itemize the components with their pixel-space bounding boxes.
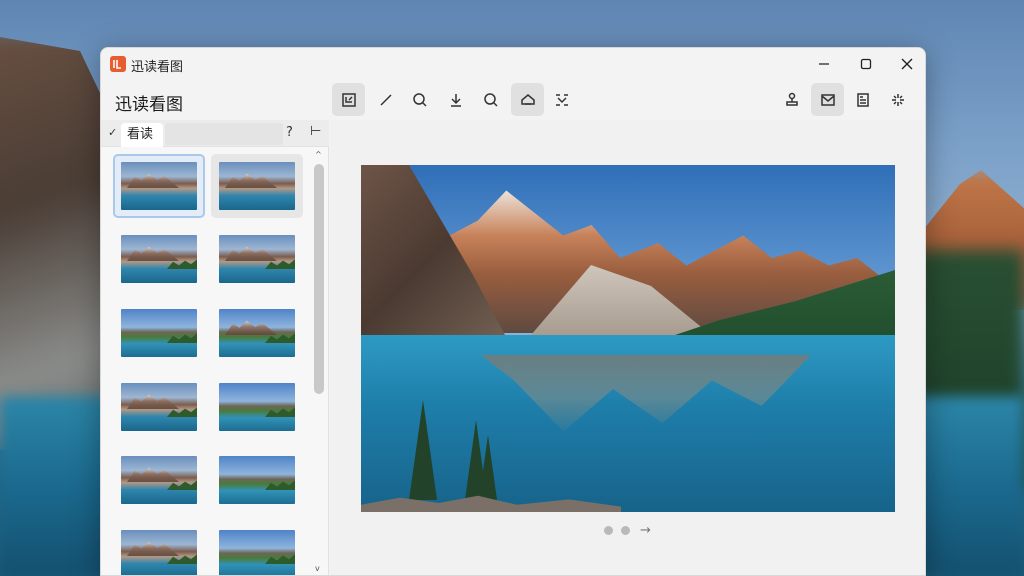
scroll-up-icon[interactable]: ^ xyxy=(315,150,322,159)
thumbnail-item[interactable] xyxy=(211,227,303,291)
thumbnail-item[interactable] xyxy=(113,448,205,512)
pager-dot[interactable] xyxy=(604,526,613,535)
sparkle-icon xyxy=(891,93,904,106)
crop-button[interactable] xyxy=(332,83,365,116)
close-button[interactable] xyxy=(889,52,925,76)
sidebar-header: ✓ 看读 ? ⊢ xyxy=(101,120,329,147)
thumbnail-item[interactable] xyxy=(211,154,303,218)
layout-icon xyxy=(856,92,869,107)
zoom-icon xyxy=(412,92,427,107)
thumbnail-item[interactable] xyxy=(211,448,303,512)
tab-reading[interactable]: 看读 xyxy=(121,123,163,147)
thumbnail-item[interactable] xyxy=(211,301,303,365)
search-button[interactable] xyxy=(474,83,507,116)
help-icon[interactable]: ? xyxy=(286,125,293,140)
zoom-button[interactable] xyxy=(403,83,436,116)
mail-button[interactable] xyxy=(811,83,844,116)
thumbnail-sidebar: ✓ 看读 ? ⊢ ^ v xyxy=(101,120,329,575)
image-viewer: → xyxy=(330,120,925,575)
transform-button[interactable] xyxy=(545,83,578,116)
layout-button[interactable] xyxy=(846,83,879,116)
thumbnail-item[interactable] xyxy=(113,154,205,218)
maximize-button[interactable] xyxy=(848,52,884,76)
draw-line-button[interactable] xyxy=(369,83,402,116)
download-icon xyxy=(450,93,461,107)
sparkle-button[interactable] xyxy=(881,83,914,116)
toolbar: 迅读看图 xyxy=(101,80,925,120)
window-title: 迅读看图 xyxy=(131,60,184,75)
draw-line-icon xyxy=(379,93,392,106)
app-name-heading: 迅读看图 xyxy=(115,95,183,115)
download-button[interactable] xyxy=(439,83,472,116)
title-bar[interactable]: 迅读看图 xyxy=(101,48,925,80)
rotate-button[interactable] xyxy=(511,83,544,116)
thumbnail-item[interactable] xyxy=(211,375,303,439)
transform-icon xyxy=(555,93,568,106)
thumbnail-item[interactable] xyxy=(113,301,205,365)
thumbnail-item[interactable] xyxy=(113,522,205,575)
stamp-button[interactable] xyxy=(775,83,808,116)
thumbnail-item[interactable] xyxy=(113,227,205,291)
minimize-button[interactable] xyxy=(806,52,842,76)
main-image[interactable] xyxy=(361,165,895,512)
image-pager: → xyxy=(604,523,651,538)
crop-icon xyxy=(341,92,356,107)
mail-icon xyxy=(820,93,835,106)
scroll-thumb[interactable] xyxy=(314,164,324,394)
thumbnail-item[interactable] xyxy=(113,375,205,439)
scroll-down-icon[interactable]: v xyxy=(315,564,320,573)
tab-strip xyxy=(165,123,283,145)
check-icon[interactable]: ✓ xyxy=(108,126,117,139)
thumbnail-item[interactable] xyxy=(211,522,303,575)
next-arrow-icon[interactable]: → xyxy=(640,523,651,538)
app-logo-icon xyxy=(110,56,126,72)
sidebar-scrollbar[interactable]: ^ v xyxy=(313,150,325,575)
pager-dot[interactable] xyxy=(621,526,630,535)
app-window: 迅读看图 迅读看图 ✓ 看读 ? ⊢ ^ v → xyxy=(100,47,926,576)
search-icon xyxy=(483,92,498,107)
pin-sidebar-icon[interactable]: ⊢ xyxy=(310,124,321,139)
rotate-icon xyxy=(520,93,535,105)
stamp-icon xyxy=(785,92,798,106)
